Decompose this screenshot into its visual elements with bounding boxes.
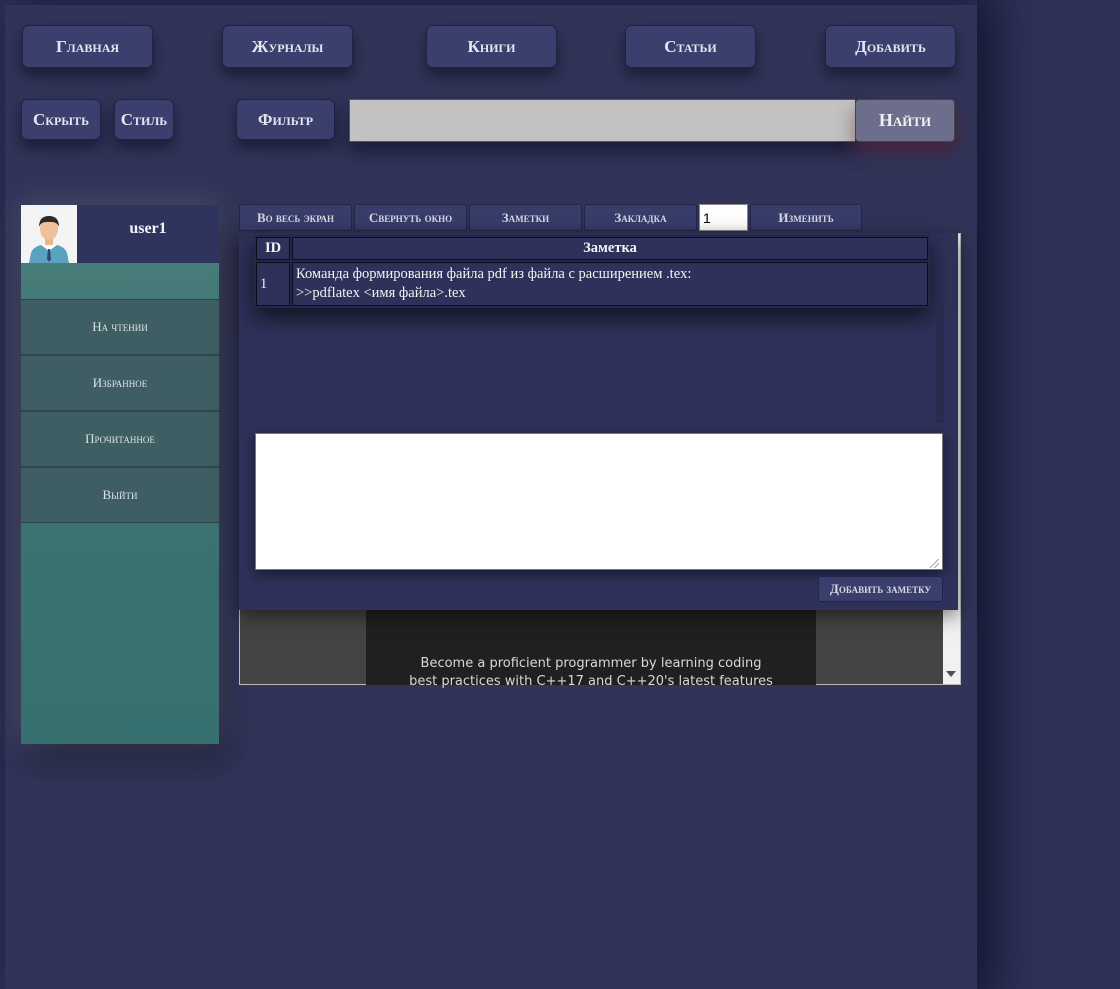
- search-button[interactable]: Найти: [855, 99, 955, 142]
- nav-books-button[interactable]: Книги: [426, 25, 557, 68]
- notes-button[interactable]: Заметки: [469, 204, 582, 231]
- nav-add-button[interactable]: Добавить: [825, 25, 956, 68]
- sidebar: user1 На чтении Избранное Прочитанное Вы…: [21, 205, 219, 744]
- user-profile: user1: [21, 205, 219, 263]
- notes-table: ID Заметка 1 Команда формирования файла …: [254, 235, 930, 308]
- note-text-line: >>pdflatex <имя файла>.tex: [296, 285, 466, 301]
- table-row[interactable]: 1 Команда формирования файла pdf из файл…: [256, 262, 928, 306]
- sidebar-item-logout[interactable]: Выйти: [21, 467, 219, 523]
- notes-table-container[interactable]: ID Заметка 1 Команда формирования файла …: [254, 233, 944, 423]
- column-header-id: ID: [256, 237, 290, 260]
- document-text-line: best practices with C++17 and C++20's la…: [409, 674, 773, 689]
- add-note-button[interactable]: Добавить заметку: [818, 576, 943, 602]
- nav-home-button[interactable]: Главная: [22, 25, 153, 68]
- sidebar-item-read[interactable]: Прочитанное: [21, 411, 219, 467]
- hide-button[interactable]: Скрыть: [21, 99, 101, 140]
- document-page: Become a proficient programmer by learni…: [366, 604, 816, 689]
- change-page-button[interactable]: Изменить: [750, 204, 862, 231]
- table-header-row: ID Заметка: [256, 237, 928, 260]
- note-text-cell: Команда формирования файла pdf из файла …: [292, 262, 928, 306]
- nav-journals-button[interactable]: Журналы: [222, 25, 353, 68]
- sidebar-item-favorites[interactable]: Избранное: [21, 355, 219, 411]
- bookmark-button[interactable]: Закладка: [584, 204, 697, 231]
- user-avatar-icon: [29, 216, 69, 263]
- note-id-cell: 1: [256, 262, 290, 306]
- note-textarea[interactable]: [255, 433, 943, 570]
- notes-panel: ID Заметка 1 Команда формирования файла …: [239, 233, 958, 610]
- search-input[interactable]: [349, 99, 855, 142]
- document-text-line: Become a proficient programmer by learni…: [420, 656, 762, 671]
- nav-articles-button[interactable]: Статьи: [625, 25, 756, 68]
- scroll-down-icon[interactable]: [946, 671, 956, 677]
- sidebar-item-reading[interactable]: На чтении: [21, 299, 219, 355]
- note-text-line: Команда формирования файла pdf из файла …: [296, 266, 692, 282]
- minimize-button[interactable]: Свернуть окно: [354, 204, 467, 231]
- page-number-input[interactable]: [699, 204, 748, 231]
- filter-button[interactable]: Фильтр: [236, 99, 335, 140]
- background-shade: [977, 0, 1120, 989]
- column-header-note: Заметка: [292, 237, 928, 260]
- style-button[interactable]: Стиль: [114, 99, 174, 140]
- resize-grip-icon[interactable]: [930, 559, 939, 568]
- fullscreen-button[interactable]: Во весь экран: [239, 204, 352, 231]
- username: user1: [129, 220, 167, 237]
- avatar: [21, 205, 77, 263]
- notes-scrollbar[interactable]: [936, 303, 944, 423]
